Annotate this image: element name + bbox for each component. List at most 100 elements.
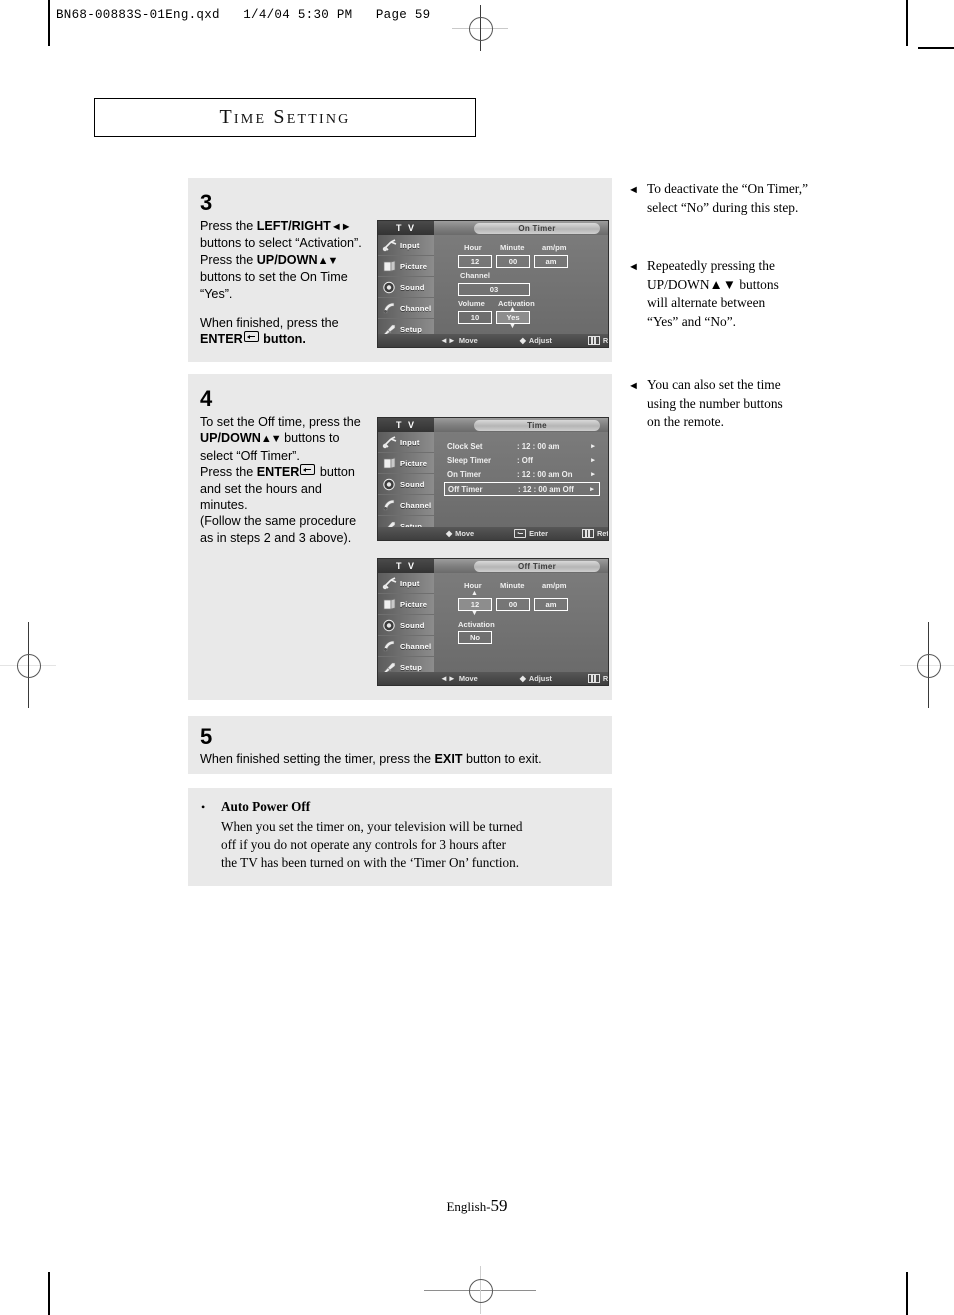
label-volume: Volume [458, 299, 485, 308]
sidebar-label-picture: Picture [400, 261, 428, 271]
osd-brand-2: T V [378, 418, 434, 432]
sidebar-label-channel-3: Channel [400, 641, 432, 651]
time-row-clock-set[interactable]: Clock Set : 12 : 00 am ▸ [444, 440, 600, 452]
label-ampm-off: am/pm [542, 581, 567, 590]
enter-key-icon-2 [300, 464, 316, 476]
field-volume[interactable]: 10 [458, 311, 492, 324]
field-hour[interactable]: 12 [458, 255, 492, 268]
file-header: BN68-00883S-01Eng.qxd 1/4/04 5:30 PM Pag… [56, 8, 431, 22]
sidebar-item-input-3[interactable]: Input [378, 573, 434, 594]
footer-move-label: Move [458, 336, 478, 345]
page-title: Time Setting [219, 106, 351, 128]
osd-brand: T V [378, 221, 434, 235]
step3-line1-a: Press the [200, 219, 257, 233]
section-title-box: Time Setting [94, 98, 476, 137]
time-row-name-2: On Timer [447, 469, 482, 479]
sidebar-label-channel: Channel [400, 303, 432, 313]
crop-mark-top-left [48, 0, 50, 46]
chevron-right-icon-0: ▸ [591, 443, 595, 450]
osd-title-off-timer: Off Timer [474, 560, 600, 572]
step3-enter-label: ENTER [200, 332, 243, 347]
step-3-number: 3 [200, 190, 213, 215]
field-activation-off[interactable]: No [458, 631, 492, 644]
satellite-icon-3 [380, 639, 400, 654]
return-icon [587, 336, 600, 345]
step3-left-right-label: LEFT/RIGHT [256, 219, 331, 233]
time-row-off-timer[interactable]: Off Timer : 12 : 00 am Off ▸ [444, 482, 600, 496]
note-number-buttons: ◄ You can also set the time using the nu… [628, 376, 858, 432]
sidebar-item-channel[interactable]: Channel [378, 298, 434, 319]
step-5-body: When finished setting the timer, press t… [200, 752, 542, 766]
osd-footer-on-timer: ◄► Move ◆ Adjust Return [378, 334, 608, 347]
sidebar-item-channel-2[interactable]: Channel [378, 495, 434, 516]
osd-title-time: Time [474, 419, 600, 431]
time-row-sleep-timer[interactable]: Sleep Timer : Off ▸ [444, 454, 600, 466]
antenna-icon-3 [380, 576, 400, 591]
footer-move-label-2: Move [455, 529, 475, 538]
time-row-name-0: Clock Set [447, 441, 483, 451]
label-hour: Hour [464, 243, 482, 252]
sidebar-item-picture-3[interactable]: Picture [378, 594, 434, 615]
field-ampm-off[interactable]: am [534, 598, 568, 611]
footer-return-label-2: Return [596, 529, 609, 538]
footer-move: ◄► Move [440, 336, 478, 345]
return-icon-2 [581, 529, 594, 538]
registration-mark-left [0, 622, 56, 708]
time-row-name-1: Sleep Timer [447, 455, 492, 465]
sidebar-item-sound-3[interactable]: Sound [378, 615, 434, 636]
note-bullet-icon-1: ◄ [628, 184, 639, 196]
monitor-icon-2 [380, 456, 400, 471]
sidebar-item-input-2[interactable]: Input [378, 432, 434, 453]
return-icon-3 [587, 674, 600, 683]
activation-down-arrow-icon: ▼ [509, 323, 516, 330]
step3-up-down-label: UP/DOWN [256, 252, 318, 267]
osd-title-on-timer: On Timer [474, 222, 600, 234]
auto-power-off-line-3: the TV has been turned on with the ‘Time… [221, 855, 520, 870]
osd-off-timer: T V Off Timer Input Picture Sound Channe… [377, 558, 609, 686]
footer-return-3: Return [587, 674, 609, 683]
footer-enter-label: Enter [529, 529, 548, 538]
sidebar-label-picture-3: Picture [400, 599, 428, 609]
step-3-panel: 3 Press the LEFT/RIGHT◄► buttons to sele… [188, 178, 612, 362]
field-minute-off[interactable]: 00 [496, 598, 530, 611]
sidebar-item-channel-3[interactable]: Channel [378, 636, 434, 657]
monitor-icon [380, 259, 400, 274]
step4-line3: select “Off Timer”. [200, 448, 300, 463]
sidebar-item-picture[interactable]: Picture [378, 256, 434, 277]
speaker-icon [380, 280, 400, 295]
footer-move-2: ◆ Move [446, 529, 474, 538]
step-3-body: Press the LEFT/RIGHT◄► buttons to select… [200, 218, 400, 348]
note-bullet-icon-3: ◄ [628, 380, 639, 392]
antenna-icon [380, 238, 400, 253]
time-row-on-timer[interactable]: On Timer : 12 : 00 am On ▸ [444, 468, 600, 480]
footer-move-label-3: Move [458, 674, 478, 683]
footer-return-2: Return [581, 529, 609, 538]
move-arrows-icon-2: ◆ [446, 528, 453, 538]
sidebar-item-sound[interactable]: Sound [378, 277, 434, 298]
left-right-arrow-icon: ◄► [330, 221, 352, 233]
sidebar-item-picture-2[interactable]: Picture [378, 453, 434, 474]
note-2-line-4: “Yes” and “No”. [647, 313, 736, 329]
note-3-line-3: on the remote. [647, 414, 724, 430]
field-minute[interactable]: 00 [496, 255, 530, 268]
sidebar-item-input[interactable]: Input [378, 235, 434, 256]
osd-content-off-timer: Hour Minute am/pm ▲ 12 ▼ 00 am Activatio… [434, 573, 608, 672]
footer-return: Return [587, 336, 608, 345]
step4-up-down-label: UP/DOWN [200, 431, 261, 446]
footer-return-label-3: Return [602, 674, 609, 683]
step4-line4-a: Press the [200, 465, 257, 480]
step4-line8: as in steps 2 and 3 above). [200, 530, 352, 545]
footer-move-3: ◄► Move [440, 674, 478, 683]
sidebar-label-channel-2: Channel [400, 500, 432, 510]
speaker-icon-3 [380, 618, 400, 633]
field-channel[interactable]: 03 [458, 283, 530, 296]
step3-line4: buttons to set the On Time [200, 270, 348, 285]
step-4-panel: 4 To set the Off time, press the UP/DOWN… [188, 374, 612, 700]
step-5-panel: 5 When finished setting the timer, press… [188, 716, 612, 774]
sidebar-item-sound-2[interactable]: Sound [378, 474, 434, 495]
chevron-right-icon-1: ▸ [591, 457, 595, 464]
auto-power-off-panel: • Auto Power Off When you set the timer … [188, 788, 612, 886]
field-ampm[interactable]: am [534, 255, 568, 268]
crop-mark-bottom-right [906, 1272, 908, 1315]
sidebar-label-setup: Setup [400, 324, 423, 334]
